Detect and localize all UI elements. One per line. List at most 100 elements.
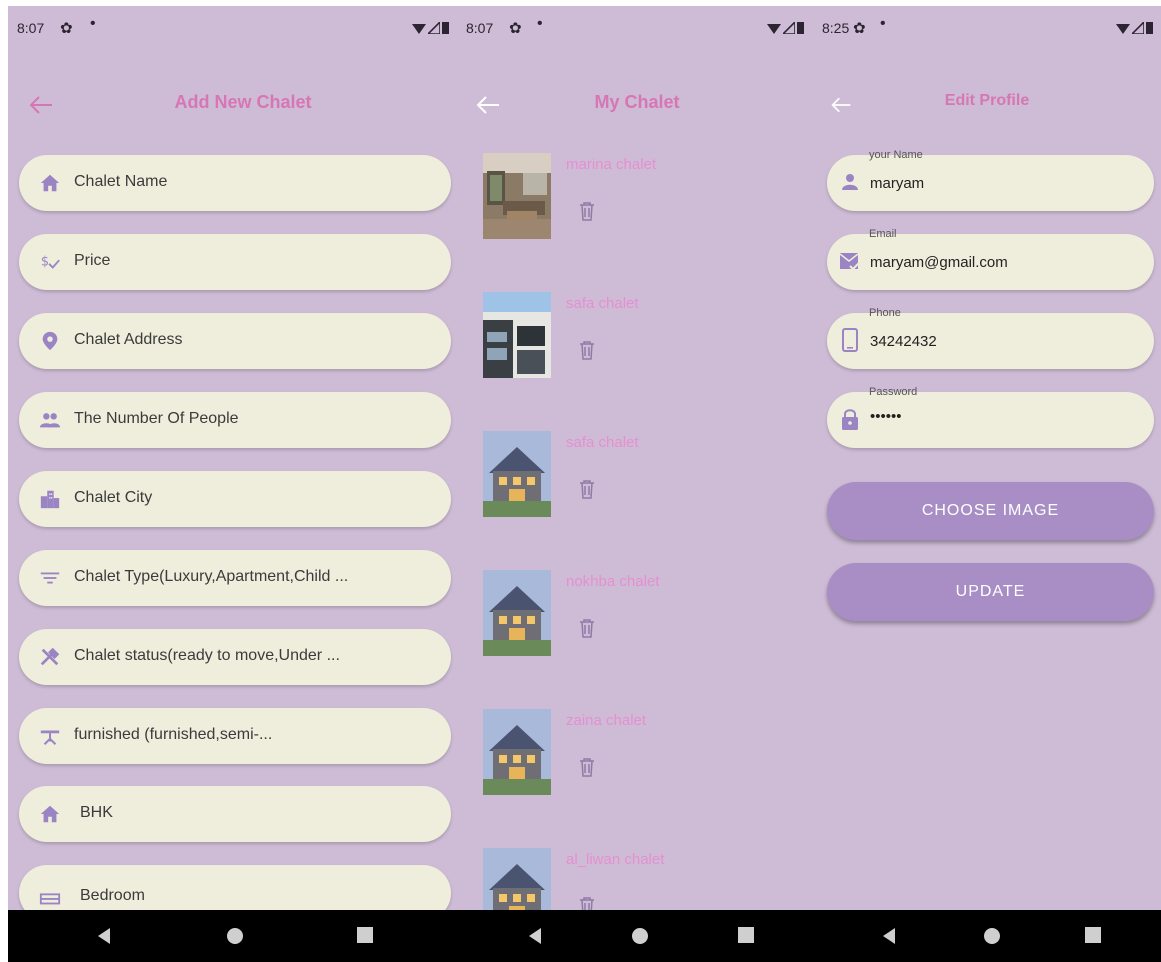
nav-back-icon[interactable] [527, 927, 543, 945]
notification-dot-icon: • [90, 15, 96, 32]
chalet-name: safa chalet [566, 434, 639, 451]
chalet-thumbnail [483, 292, 551, 378]
settings-gear-icon: ✿ [509, 20, 522, 37]
chalet-list-item[interactable]: al_liwan chalet [457, 848, 812, 910]
name-value: maryam [870, 175, 925, 192]
signal-icon [783, 21, 795, 34]
home-icon [40, 174, 60, 192]
location-pin-icon [42, 331, 58, 351]
chalet-list-item[interactable]: safa chalet [457, 431, 812, 526]
wifi-icon [412, 23, 426, 34]
field-label: Phone [869, 307, 901, 319]
phone-value: 34242432 [870, 333, 937, 350]
price-field[interactable]: $ Price [19, 234, 451, 290]
person-icon [842, 174, 858, 190]
chalet-list-item[interactable]: marina chalet [457, 153, 812, 248]
chalet-type-field[interactable]: Chalet Type(Luxury,Apartment,Child ... [19, 550, 451, 606]
number-of-people-field[interactable]: The Number Of People [19, 392, 451, 448]
back-arrow-icon[interactable] [830, 94, 852, 116]
choose-image-button[interactable]: CHOOSE IMAGE [827, 482, 1154, 540]
delete-trash-icon[interactable] [579, 896, 595, 910]
chalet-thumbnail [483, 570, 551, 656]
field-label: Chalet Type(Luxury,Apartment,Child ... [74, 568, 349, 585]
back-arrow-icon[interactable] [475, 94, 501, 116]
status-time: 8:25 [822, 20, 850, 36]
phone-icon [842, 328, 858, 352]
my-chalet-screen: 8:07 ✿ • My Chalet marina chalet safa ch… [457, 6, 812, 910]
field-label: Chalet City [74, 489, 153, 506]
chalet-thumbnail [483, 709, 551, 795]
page-title: My Chalet [594, 92, 680, 112]
city-icon [40, 490, 60, 509]
chalet-list-item[interactable]: zaina chalet [457, 709, 812, 804]
status-bar: 8:07 ✿ • [457, 6, 812, 46]
chalet-list-item[interactable]: safa chalet [457, 292, 812, 387]
chalet-name: zaina chalet [566, 712, 647, 729]
status-bar: 8:25 ✿ • [812, 6, 1161, 46]
settings-gear-icon: ✿ [853, 20, 866, 37]
field-label: Price [74, 252, 111, 269]
nav-recents-icon[interactable] [1085, 927, 1101, 943]
phone-field[interactable]: Phone 34242432 [827, 307, 1154, 369]
nav-recents-icon[interactable] [357, 927, 373, 943]
edit-profile-screen: 8:25 ✿ • Edit Profile your Name maryam E… [812, 6, 1161, 910]
home-icon [40, 805, 60, 823]
delete-trash-icon[interactable] [579, 340, 595, 360]
add-chalet-screen: 8:07 ✿ • Add New Chalet Chalet Name $ Pr… [8, 6, 457, 910]
chalet-thumbnail [483, 431, 551, 517]
chalet-address-field[interactable]: Chalet Address [19, 313, 451, 369]
nav-home-icon[interactable] [631, 927, 649, 945]
chalet-name: al_liwan chalet [566, 851, 665, 868]
chalet-status-field[interactable]: Chalet status(ready to move,Under ... [19, 629, 451, 685]
email-field[interactable]: Email maryam@gmail.com [827, 228, 1154, 290]
field-label: furnished (furnished,semi-... [74, 726, 273, 743]
chalet-list-item[interactable]: nokhba chalet [457, 570, 812, 665]
battery-icon [797, 22, 804, 34]
page-title: Edit Profile [944, 92, 1030, 109]
field-label: Chalet Address [74, 331, 183, 348]
system-icons [767, 21, 804, 34]
battery-icon [1146, 22, 1153, 34]
chalet-thumbnail [483, 848, 551, 910]
chalet-name-field[interactable]: Chalet Name [19, 155, 451, 211]
field-label: Email [869, 228, 897, 240]
system-navigation-bar [8, 910, 1161, 962]
delete-trash-icon[interactable] [579, 618, 595, 638]
chalet-name: nokhba chalet [566, 573, 660, 590]
chalet-name: safa chalet [566, 295, 639, 312]
field-label: your Name [869, 149, 923, 161]
notification-dot-icon: • [537, 15, 543, 32]
email-value: maryam@gmail.com [870, 254, 1008, 271]
bhk-field[interactable]: BHK [19, 786, 451, 842]
password-field[interactable]: Password •••••• [827, 386, 1154, 448]
delete-trash-icon[interactable] [579, 201, 595, 221]
chalet-city-field[interactable]: Chalet City [19, 471, 451, 527]
nav-back-icon[interactable] [96, 927, 112, 945]
system-icons [1116, 21, 1153, 34]
furnished-field[interactable]: furnished (furnished,semi-... [19, 708, 451, 764]
password-value: •••••• [870, 408, 902, 425]
nav-back-icon[interactable] [881, 927, 897, 945]
delete-trash-icon[interactable] [579, 479, 595, 499]
wifi-icon [1116, 23, 1130, 34]
back-arrow-icon[interactable] [28, 94, 54, 116]
nav-recents-icon[interactable] [738, 927, 754, 943]
lock-icon [842, 409, 858, 430]
bedroom-field[interactable]: Bedroom [19, 865, 451, 910]
settings-gear-icon: ✿ [60, 20, 73, 37]
nav-home-icon[interactable] [983, 927, 1001, 945]
update-button[interactable]: UPDATE [827, 563, 1154, 621]
filter-icon [40, 572, 60, 584]
table-icon [40, 730, 60, 745]
bed-icon [39, 893, 61, 905]
nav-home-icon[interactable] [226, 927, 244, 945]
name-field[interactable]: your Name maryam [827, 149, 1154, 211]
signal-icon [1132, 21, 1144, 34]
field-label: Bedroom [80, 887, 145, 904]
field-label: Chalet Name [74, 173, 168, 190]
chalet-name: marina chalet [566, 156, 657, 173]
wifi-icon [767, 23, 781, 34]
page-title: Add New Chalet [174, 92, 312, 112]
field-label: The Number Of People [74, 410, 239, 427]
delete-trash-icon[interactable] [579, 757, 595, 777]
